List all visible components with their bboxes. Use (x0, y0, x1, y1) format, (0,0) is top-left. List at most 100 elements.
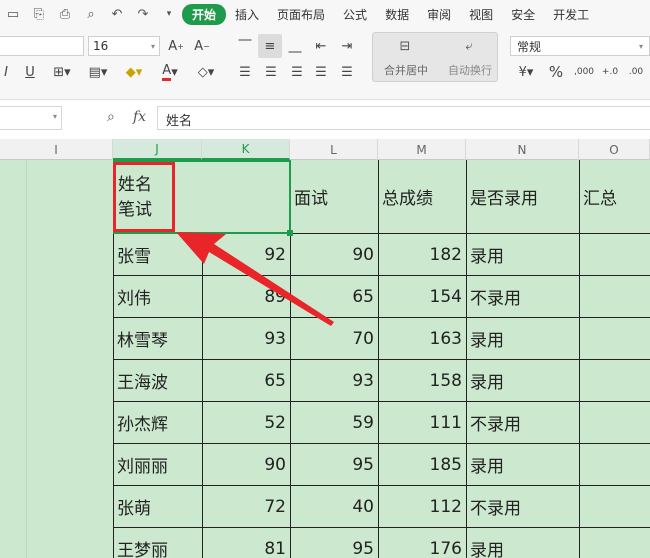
tab-formulas[interactable]: 公式 (334, 6, 376, 23)
column-header-l[interactable]: L (290, 139, 378, 160)
tab-security[interactable]: 安全 (502, 6, 544, 23)
align-middle-icon[interactable]: ≡ (258, 34, 282, 58)
name-box[interactable]: ▾ (0, 106, 62, 130)
hired-cell[interactable]: 不录用 (470, 402, 521, 443)
borders-icon[interactable]: ⊞▾ (48, 62, 76, 82)
interview-score-cell[interactable]: 70 (290, 318, 374, 359)
hired-cell[interactable]: 不录用 (470, 276, 521, 317)
print-icon[interactable]: ⎙ (57, 6, 73, 22)
interview-score-cell[interactable]: 95 (290, 444, 374, 485)
name-cell[interactable]: 孙杰辉 (117, 402, 168, 443)
outdent-icon[interactable]: ⇤ (312, 36, 330, 56)
save-icon[interactable]: ⎘ (31, 6, 47, 22)
justify-icon[interactable]: ☰ (312, 62, 330, 82)
interview-score-cell[interactable]: 40 (290, 486, 374, 527)
total-score-cell[interactable]: 182 (378, 234, 462, 275)
total-score-cell[interactable]: 158 (378, 360, 462, 401)
written-score-cell[interactable]: 92 (202, 234, 286, 275)
tab-home[interactable]: 开始 (182, 3, 227, 25)
clear-format-icon[interactable]: ◇▾ (192, 62, 220, 82)
total-score-cell[interactable]: 176 (378, 528, 462, 558)
written-score-cell[interactable]: 93 (202, 318, 286, 359)
written-score-cell[interactable]: 89 (202, 276, 286, 317)
undo-icon[interactable]: ↶ (109, 6, 125, 22)
column-header-j[interactable]: J (113, 139, 202, 160)
number-format-select[interactable]: 常规 ▾ (510, 36, 650, 56)
total-score-cell[interactable]: 185 (378, 444, 462, 485)
hired-cell[interactable]: 不录用 (470, 486, 521, 527)
header-cell-interview[interactable]: 面试 (294, 160, 328, 233)
total-score-cell[interactable]: 163 (378, 318, 462, 359)
wrap-text-button[interactable]: 自动换行 (442, 62, 498, 78)
interview-score-cell[interactable]: 90 (290, 234, 374, 275)
hired-cell[interactable]: 录用 (470, 528, 504, 558)
hired-cell[interactable]: 录用 (470, 234, 504, 275)
currency-icon[interactable]: ¥▾ (512, 62, 540, 82)
font-name-select[interactable] (0, 36, 84, 56)
tab-insert[interactable]: 插入 (226, 6, 268, 23)
name-cell[interactable]: 王海波 (117, 360, 168, 401)
interview-score-cell[interactable]: 59 (290, 402, 374, 443)
increase-font-icon[interactable]: A + (166, 36, 186, 56)
header-cell-summary[interactable]: 汇总 (583, 160, 617, 233)
name-cell[interactable]: 张萌 (117, 486, 151, 527)
thousands-separator-icon[interactable]: ,000 (574, 62, 594, 82)
indent-icon[interactable]: ⇥ (338, 36, 356, 56)
written-score-cell[interactable]: 65 (202, 360, 286, 401)
interview-score-cell[interactable]: 65 (290, 276, 374, 317)
column-header-m[interactable]: M (378, 139, 466, 160)
tab-review[interactable]: 审阅 (418, 6, 460, 23)
tab-view[interactable]: 视图 (460, 6, 502, 23)
header-cell-name-written[interactable]: 姓名 笔试 (118, 170, 173, 226)
name-cell[interactable]: 刘伟 (117, 276, 151, 317)
name-cell[interactable]: 刘丽丽 (117, 444, 168, 485)
font-size-select[interactable]: 16 ▾ (88, 36, 160, 56)
written-score-cell[interactable]: 52 (202, 402, 286, 443)
percent-button[interactable]: % (546, 62, 566, 82)
column-header-o[interactable]: O (579, 139, 650, 160)
align-left-icon[interactable]: ☰ (236, 62, 254, 82)
total-score-cell[interactable]: 111 (378, 402, 462, 443)
name-cell[interactable]: 林雪琴 (117, 318, 168, 359)
written-score-cell[interactable]: 81 (202, 528, 286, 558)
tab-developer[interactable]: 开发工 (544, 6, 598, 23)
column-header-i[interactable]: I (0, 139, 113, 160)
fx-label[interactable]: fx (133, 109, 146, 125)
interview-score-cell[interactable]: 93 (290, 360, 374, 401)
underline-icon[interactable]: U (22, 62, 38, 82)
decrease-decimal-icon[interactable]: .00 (626, 62, 646, 82)
align-center-icon[interactable]: ☰ (262, 62, 280, 82)
header-cell-total[interactable]: 总成绩 (382, 160, 433, 233)
font-color-icon[interactable]: A ▾ (156, 62, 184, 82)
decrease-font-icon[interactable]: A − (192, 36, 212, 56)
formula-input[interactable]: 姓名 (157, 106, 650, 130)
tab-data[interactable]: 数据 (376, 6, 418, 23)
dropdown-icon[interactable]: ▾ (161, 6, 177, 22)
tab-page-layout[interactable]: 页面布局 (268, 6, 334, 23)
hired-cell[interactable]: 录用 (470, 360, 504, 401)
cell-style-icon[interactable]: ▤▾ (84, 62, 112, 82)
header-cell-hired[interactable]: 是否录用 (470, 160, 538, 233)
spreadsheet-grid[interactable]: 姓名 笔试 面试 总成绩 是否录用 汇总 张雪 92 90 182 录用 刘伟 … (0, 160, 650, 558)
fill-color-icon[interactable]: ◆▾ (120, 62, 148, 82)
name-cell[interactable]: 张雪 (117, 234, 151, 275)
increase-decimal-icon[interactable]: +.0 (600, 62, 620, 82)
interview-score-cell[interactable]: 95 (290, 528, 374, 558)
written-score-cell[interactable]: 90 (202, 444, 286, 485)
merge-cells-icon[interactable]: ⊟ (388, 36, 422, 56)
merge-center-button[interactable]: 合并居中 (374, 62, 438, 78)
zoom-formula-icon[interactable]: ⌕ (107, 109, 115, 125)
name-cell[interactable]: 王梦丽 (117, 528, 168, 558)
align-top-icon[interactable]: ⎺ (236, 36, 254, 56)
wrap-text-icon[interactable]: ⤶ (452, 36, 486, 56)
italic-icon[interactable]: I (0, 62, 12, 82)
redo-icon[interactable]: ↷ (135, 6, 151, 22)
print-preview-icon[interactable]: ⌕ (83, 6, 99, 22)
align-right-icon[interactable]: ☰ (288, 62, 306, 82)
hired-cell[interactable]: 录用 (470, 318, 504, 359)
total-score-cell[interactable]: 154 (378, 276, 462, 317)
hired-cell[interactable]: 录用 (470, 444, 504, 485)
column-header-n[interactable]: N (466, 139, 579, 160)
column-header-k[interactable]: K (202, 139, 290, 160)
total-score-cell[interactable]: 112 (378, 486, 462, 527)
